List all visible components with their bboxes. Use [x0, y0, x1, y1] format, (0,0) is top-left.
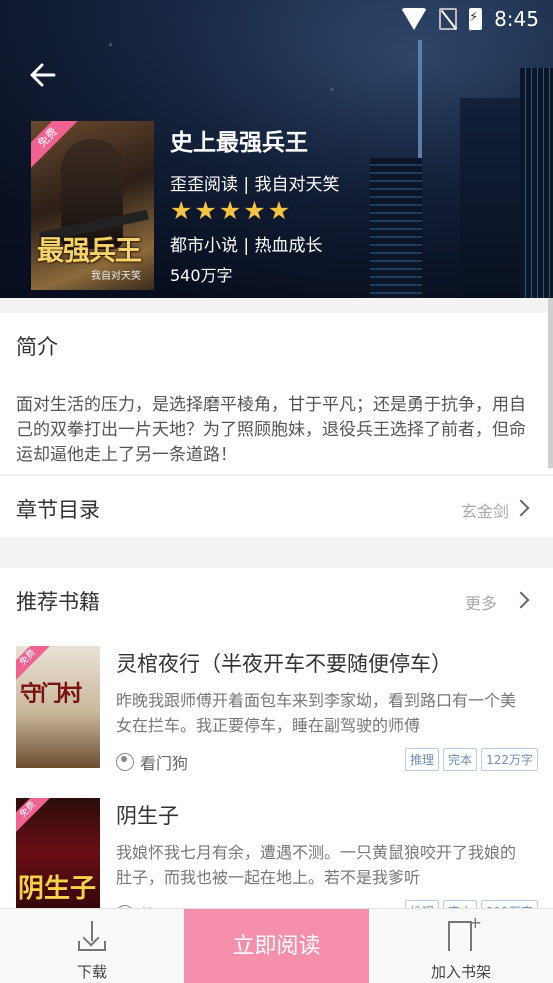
intro-section: 简介 面对生活的压力，是选择磨平棱角，甘于平凡；还是勇于抗争，用自己的双拳打出一…	[0, 313, 553, 474]
download-tray	[78, 941, 106, 951]
bottom-action-bar: 下载 立即阅读 加入书架	[0, 908, 553, 983]
back-arrow-icon[interactable]	[28, 60, 58, 90]
recommend-item-title: 灵棺夜行（半夜开车不要随便停车）	[116, 652, 452, 676]
battery-charging-icon	[469, 8, 483, 30]
recommend-item-desc: 我娘怀我七月有余，遭遇不测。一只黄鼠狼咬开了我娘的肚子，而我也被一起在地上。若不…	[116, 843, 517, 887]
chevron-right-icon	[512, 499, 530, 517]
add-to-shelf-button[interactable]: 加入书架	[369, 909, 553, 983]
download-label: 下载	[76, 963, 107, 981]
book-title: 史上最强兵王	[170, 130, 308, 156]
recommend-item-cover: 阴生子 免费	[16, 798, 100, 920]
scrollbar[interactable]	[548, 298, 553, 468]
hero-building	[460, 98, 520, 298]
cover-title: 最强兵王	[37, 236, 142, 267]
status-bar: 8:45	[0, 0, 553, 38]
read-now-button[interactable]: 立即阅读	[184, 909, 369, 983]
download-button[interactable]: 下载	[0, 909, 184, 983]
cover-author: 我自对天笑	[91, 271, 141, 282]
intro-heading: 简介	[16, 335, 58, 359]
intro-text: 面对生活的压力，是选择磨平棱角，甘于平凡；还是勇于抗争，用自己的双拳打出一片天地…	[16, 395, 526, 465]
tag: 推理	[405, 748, 440, 771]
section-divider	[0, 298, 553, 313]
recommend-item-cover-title: 阴生子	[18, 874, 97, 904]
chapter-list-row[interactable]: 章节目录 玄金剑	[0, 475, 553, 537]
book-categories: 都市小说 | 热血成长	[170, 236, 323, 256]
book-word-count: 540万字	[170, 266, 233, 285]
star-icon: ★	[243, 196, 266, 225]
wifi-icon	[401, 8, 428, 30]
book-cover: 最强兵王 我自对天笑 免费	[31, 121, 154, 290]
book-detail-screen: 8:45 最强兵王 我自对天笑 免费 史上最强兵王 歪歪阅读 | 我自对天笑 ★…	[0, 0, 553, 983]
recommend-item-tags: 推理 完本 122万字	[405, 748, 538, 771]
recommend-item-author-name: 看门狗	[140, 754, 189, 773]
recommend-item-cover: 守门村 免费	[16, 646, 100, 768]
star-icon: ★	[194, 196, 217, 225]
recommend-heading: 推荐书籍	[16, 590, 100, 614]
recommend-item-cover-title: 守门村	[20, 682, 82, 707]
free-badge: 免费	[16, 798, 52, 834]
recommend-item-title: 阴生子	[116, 804, 179, 828]
recommend-more-link[interactable]: 更多	[465, 590, 497, 614]
star-icon: ★	[218, 196, 242, 225]
star-icon: ★	[267, 196, 291, 225]
user-icon	[116, 753, 134, 771]
bookmark-add-icon	[448, 913, 482, 951]
hero-building	[520, 68, 553, 298]
recommend-item[interactable]: 守门村 免费 灵棺夜行（半夜开车不要随便停车） 昨晚我跟师傅开着面包车来到李家坳…	[0, 646, 553, 786]
status-time: 8:45	[494, 7, 539, 31]
back-arrow-svg	[30, 63, 56, 87]
download-icon	[78, 921, 106, 951]
rating-stars: ★ ★ ★ ★ ★	[170, 198, 290, 223]
recommend-item-desc: 昨晚我跟师傅开着面包车来到李家坳，看到路口有一个美女在拦车。我正要停车，睡在副驾…	[116, 691, 517, 735]
book-source-author: 歪歪阅读 | 我自对天笑	[170, 175, 340, 195]
tag: 完本	[443, 748, 478, 771]
book-hero-header: 8:45 最强兵王 我自对天笑 免费 史上最强兵王 歪歪阅读 | 我自对天笑 ★…	[0, 0, 553, 298]
no-sim-icon	[439, 8, 458, 30]
hero-tower	[418, 40, 422, 160]
recommend-item-author: 看门狗	[116, 750, 188, 774]
chapter-list-value: 玄金剑	[460, 502, 509, 521]
add-to-shelf-label: 加入书架	[430, 963, 491, 981]
tag: 122万字	[481, 748, 538, 771]
star-icon: ★	[170, 196, 193, 225]
chapter-list-label: 章节目录	[16, 498, 100, 522]
hero-building	[370, 158, 422, 298]
chevron-right-icon[interactable]	[512, 591, 530, 609]
